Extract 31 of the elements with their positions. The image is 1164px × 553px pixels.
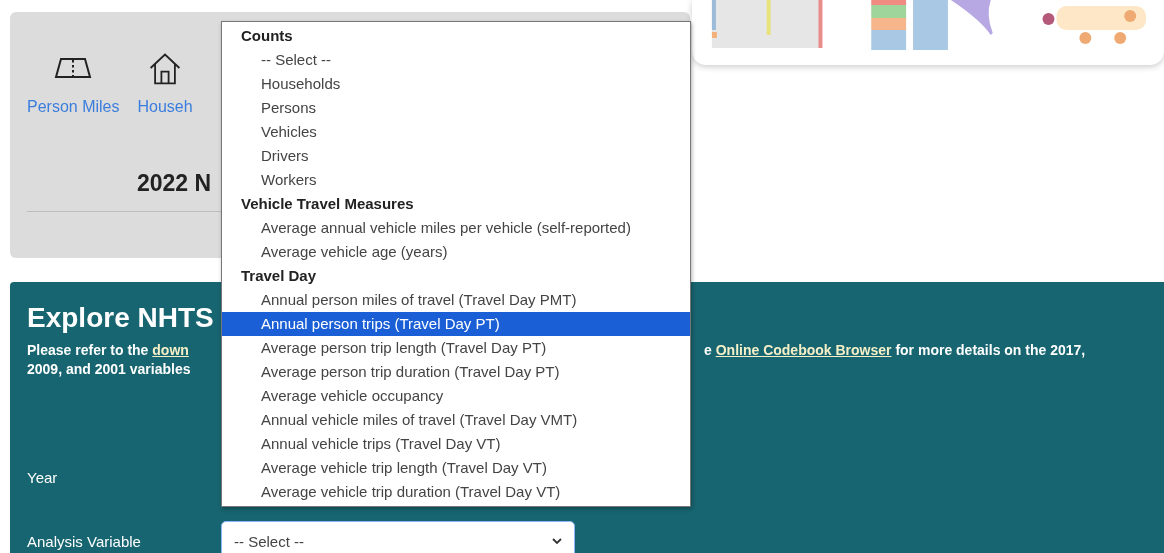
dropdown-option[interactable]: Average person trip length (Travel Day PT): [222, 336, 690, 360]
option-group-label: Counts: [240, 26, 294, 46]
panel-heading: Explore NHTS: [27, 302, 214, 334]
dropdown-option[interactable]: Average vehicle occupancy: [222, 384, 690, 408]
dropdown-option[interactable]: Annual vehicle trips (Travel Day VT): [222, 432, 690, 456]
field-label: Analysis Variable: [27, 532, 142, 550]
dropdown-option[interactable]: Vehicles: [222, 120, 690, 144]
dropdown-option[interactable]: Average annual vehicle miles per vehicle (self-reported): [222, 216, 690, 240]
dropdown-option[interactable]: Annual vehicle miles of travel (Travel Day VMT): [222, 408, 690, 432]
dropdown-option[interactable]: Persons: [222, 96, 690, 120]
dropdown-option[interactable]: Drivers: [222, 144, 690, 168]
note-text: Please refer to the down: [27, 342, 190, 358]
option-group-label: Vehicle Travel Measures: [240, 194, 415, 214]
dropdown-option[interactable]: Annual person trips (Travel Day PT): [222, 312, 690, 336]
option-group-label: Travel Day: [240, 266, 318, 286]
codebook-link[interactable]: Online Codebook Browser: [715, 342, 892, 358]
dropdown-option[interactable]: -- Select --: [222, 48, 690, 72]
variable-select[interactable]: -- Select --: [221, 521, 575, 553]
dropdown-option[interactable]: Average person trip duration (Travel Day PT): [222, 360, 690, 384]
dropdown-option[interactable]: Average vehicle trip duration (Travel Day VT): [222, 480, 690, 504]
download-link[interactable]: down: [152, 342, 189, 358]
dropdown-option[interactable]: Average vehicle age (years): [222, 240, 690, 264]
dropdown-option[interactable]: Average vehicle trip length (Travel Day VT): [222, 456, 690, 480]
section-title: 2022 N: [137, 170, 212, 197]
note-text: e Online Codebook Browser for more details on the 2017,: [704, 342, 1086, 358]
note-text: 2009, and 2001 variables: [27, 361, 191, 377]
dropdown-option[interactable]: Households: [222, 72, 690, 96]
chevron-icon: [552, 538, 562, 544]
dropdown-option[interactable]: Workers: [222, 168, 690, 192]
dropdown-option[interactable]: Annual person miles of travel (Travel Day PMT): [222, 288, 690, 312]
field-label: Year: [27, 468, 59, 486]
